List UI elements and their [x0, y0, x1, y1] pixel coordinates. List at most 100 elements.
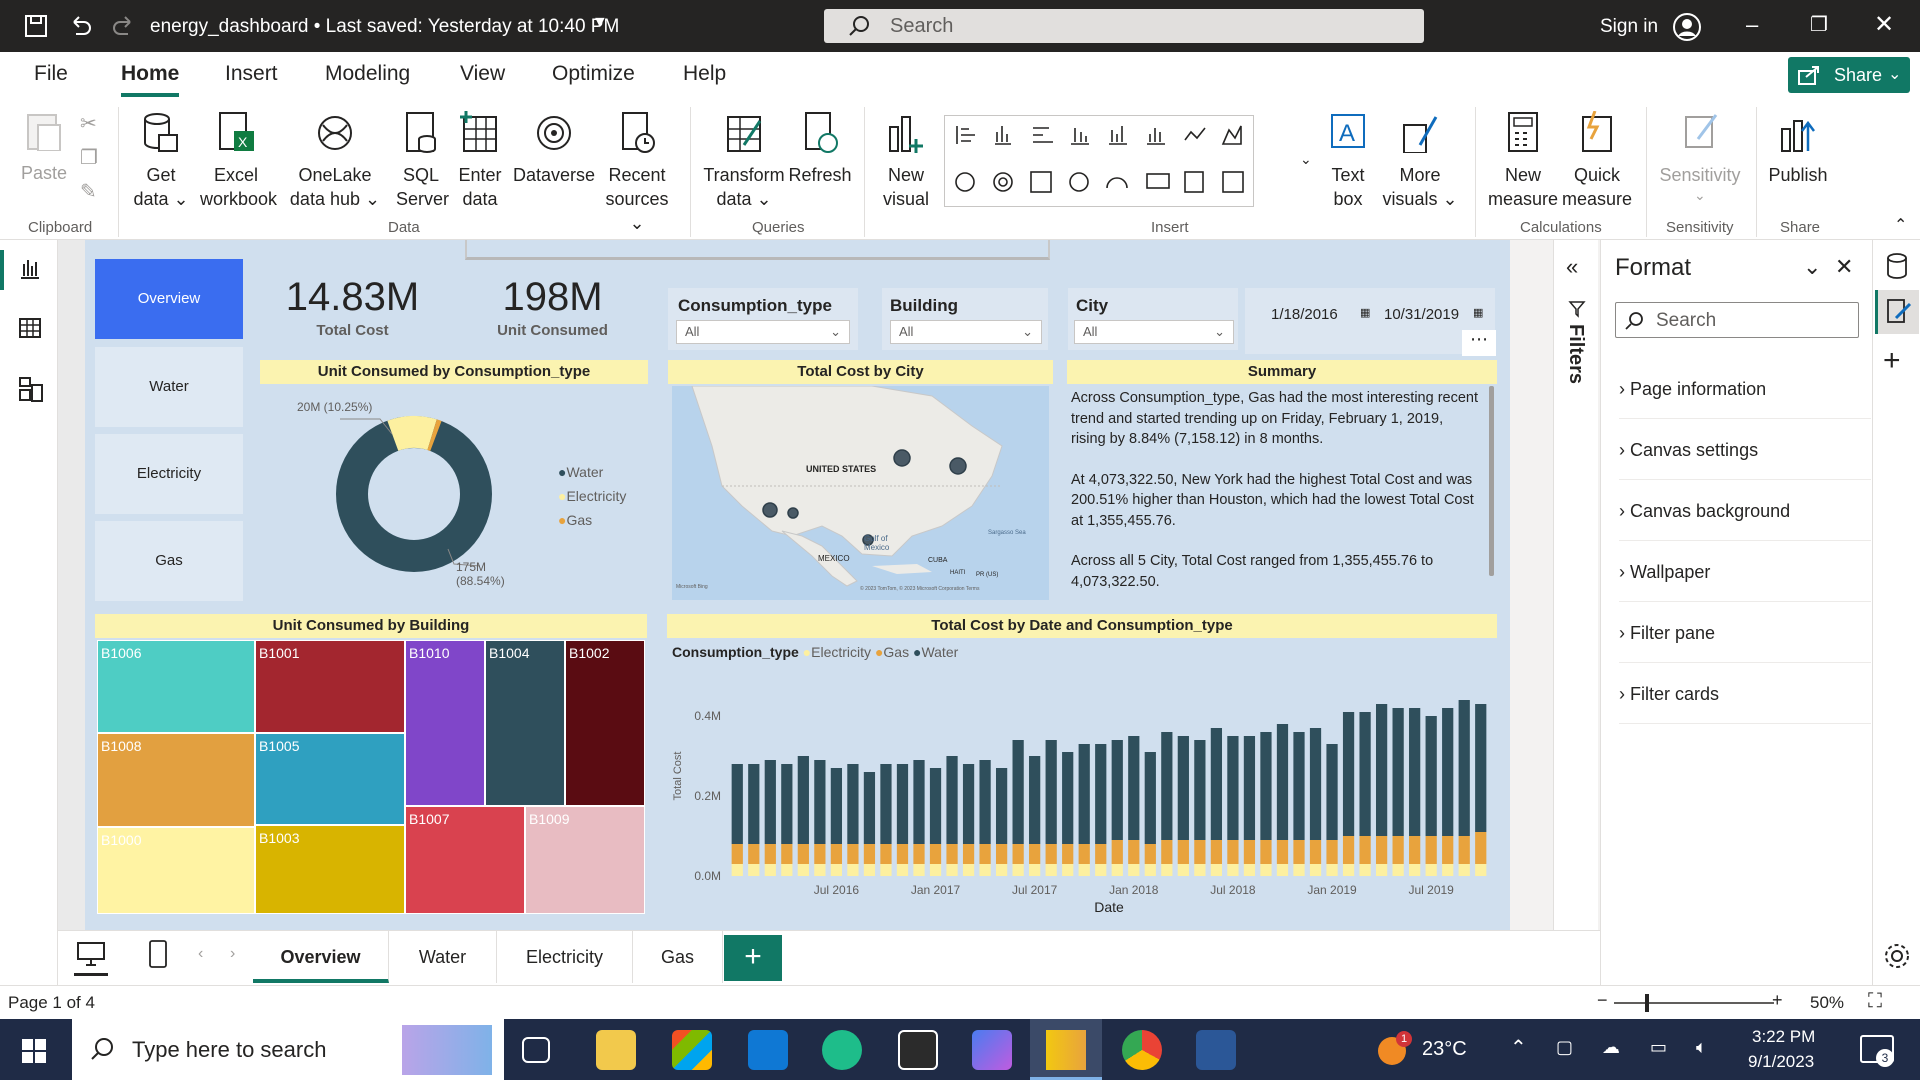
format-section-canvas-background[interactable]: › Canvas background: [1619, 481, 1871, 541]
paste-button[interactable]: Paste: [16, 109, 72, 185]
taskbar-search-box[interactable]: Type here to search: [72, 1019, 504, 1080]
legend-item-gas[interactable]: Gas: [883, 644, 909, 660]
windows-start-icon[interactable]: [22, 1039, 46, 1063]
treemap-tile[interactable]: B1008: [97, 733, 255, 827]
treemap-tile[interactable]: B1006: [97, 640, 255, 733]
sql-server-button[interactable]: SQL Server: [396, 111, 449, 211]
publish-button[interactable]: Publish: [1766, 111, 1830, 187]
zoom-out-icon[interactable]: −: [1597, 990, 1608, 1011]
chevron-down-icon[interactable]: ⌄: [1803, 254, 1821, 280]
menu-insert[interactable]: Insert: [225, 62, 278, 86]
tab-water[interactable]: Water: [389, 931, 497, 983]
more-visuals-button[interactable]: More visuals ⌄: [1380, 111, 1460, 211]
onelake-button[interactable]: OneLake data hub ⌄: [280, 111, 390, 211]
file-explorer-icon[interactable]: [596, 1030, 636, 1070]
format-section-filter-pane[interactable]: › Filter pane: [1619, 603, 1871, 663]
consumption-type-slicer[interactable]: Consumption_type All ⌄: [668, 288, 858, 350]
report-view-icon[interactable]: [18, 256, 42, 280]
format-section-page-information[interactable]: › Page information: [1619, 359, 1871, 419]
text-box-button[interactable]: A Text box: [1326, 111, 1370, 211]
tab-gas[interactable]: Gas: [633, 931, 723, 983]
treemap-tile[interactable]: B1001: [255, 640, 405, 733]
more-options-icon[interactable]: ⋯: [1462, 330, 1496, 356]
power-bi-taskbar-button[interactable]: [1030, 1019, 1102, 1080]
menu-optimize[interactable]: Optimize: [552, 62, 635, 86]
meet-now-icon[interactable]: ▢: [1556, 1037, 1573, 1058]
unit-consumed-card[interactable]: 198M Unit Consumed: [470, 275, 635, 339]
treemap-tile[interactable]: B1005: [255, 733, 405, 825]
menu-modeling[interactable]: Modeling: [325, 62, 410, 86]
new-visual-button[interactable]: New visual: [876, 111, 936, 211]
undo-icon[interactable]: [68, 14, 92, 38]
copy-icon[interactable]: ❐: [80, 145, 98, 170]
account-icon[interactable]: [1672, 12, 1702, 42]
microsoft-store-icon[interactable]: [672, 1030, 712, 1070]
treemap-visual[interactable]: Unit Consumed by Building B1006 B1001 B101…: [95, 614, 647, 916]
quick-measure-button[interactable]: Quick measure: [1560, 110, 1634, 211]
add-page-button[interactable]: +: [724, 935, 782, 981]
sign-in-link[interactable]: Sign in: [1600, 16, 1658, 38]
map-visual[interactable]: Total Cost by City UNITED STATES MEXICO …: [668, 360, 1053, 604]
visual-gallery[interactable]: [944, 115, 1254, 207]
slicer-dropdown[interactable]: All ⌄: [890, 320, 1042, 344]
security-shield-icon[interactable]: [898, 1030, 938, 1070]
nav-overview-button[interactable]: Overview: [95, 259, 243, 339]
dataverse-button[interactable]: Dataverse: [512, 111, 596, 187]
format-painter-icon[interactable]: ✎: [80, 179, 97, 204]
menu-home[interactable]: Home: [121, 62, 179, 86]
refresh-button[interactable]: Refresh: [788, 111, 852, 187]
enter-data-button[interactable]: Enter data: [454, 111, 506, 211]
clock-date[interactable]: 9/1/2023: [1748, 1052, 1814, 1072]
treemap-tile[interactable]: B1010: [405, 640, 485, 806]
treemap-tile[interactable]: B1004: [485, 640, 565, 806]
format-search-input[interactable]: Search: [1615, 302, 1859, 338]
share-button[interactable]: Share ⌄: [1788, 57, 1910, 93]
menu-view[interactable]: View: [460, 62, 505, 86]
calendar-icon[interactable]: ▦: [1360, 306, 1370, 319]
add-pane-icon[interactable]: +: [1883, 344, 1901, 378]
date-from[interactable]: 1/18/2016: [1271, 306, 1338, 323]
gallery-expand-icon[interactable]: ⌄: [1300, 151, 1312, 168]
task-view-icon[interactable]: [522, 1037, 550, 1063]
nav-gas-button[interactable]: Gas: [95, 521, 243, 601]
battery-icon[interactable]: ▭: [1650, 1037, 1667, 1058]
minimize-icon[interactable]: –: [1746, 12, 1758, 38]
recent-sources-button[interactable]: Recent sources ⌄: [598, 111, 676, 235]
chrome-icon[interactable]: [1122, 1030, 1162, 1070]
sensitivity-button[interactable]: Sensitivity: [1656, 111, 1744, 187]
format-section-canvas-settings[interactable]: › Canvas settings: [1619, 420, 1871, 480]
mail-icon[interactable]: [748, 1030, 788, 1070]
nav-electricity-button[interactable]: Electricity: [95, 434, 243, 514]
tab-overview[interactable]: Overview: [253, 931, 389, 983]
mobile-layout-icon[interactable]: [148, 939, 168, 969]
scroll-left-icon[interactable]: ‹: [198, 945, 203, 963]
search-box[interactable]: Search: [824, 9, 1424, 43]
column-chart-visual[interactable]: Total Cost by Date and Consumption_type …: [667, 614, 1497, 916]
excel-workbook-button[interactable]: X Excel workbook: [200, 111, 277, 211]
format-section-wallpaper[interactable]: › Wallpaper: [1619, 542, 1871, 602]
treemap-tile[interactable]: B1002: [565, 640, 645, 806]
title-dropdown-icon[interactable]: ▼: [592, 14, 608, 32]
restore-icon[interactable]: ❐: [1810, 12, 1828, 37]
fit-to-page-icon[interactable]: ⛶: [1868, 990, 1882, 1013]
tab-electricity[interactable]: Electricity: [497, 931, 633, 983]
total-cost-card[interactable]: 14.83M Total Cost: [270, 275, 435, 339]
date-slicer[interactable]: 1/18/2016 ▦ 10/31/2019 ▦: [1245, 288, 1495, 354]
smart-narrative-visual[interactable]: Summary Across Consumption_type, Gas had…: [1067, 360, 1497, 604]
desktop-layout-icon[interactable]: [76, 941, 106, 967]
zoom-in-icon[interactable]: +: [1772, 990, 1783, 1011]
slicer-dropdown[interactable]: All ⌄: [676, 320, 850, 344]
filters-pane-collapsed[interactable]: « Filters: [1553, 240, 1598, 930]
legend-item-electricity[interactable]: ●Electricity: [558, 484, 626, 508]
date-to[interactable]: 10/31/2019: [1384, 306, 1459, 323]
copilot-icon[interactable]: [972, 1030, 1012, 1070]
onedrive-icon[interactable]: ☁: [1602, 1037, 1620, 1058]
word-icon[interactable]: [1196, 1030, 1236, 1070]
redo-icon[interactable]: [112, 14, 136, 38]
menu-file[interactable]: File: [34, 62, 68, 86]
nav-water-button[interactable]: Water: [95, 347, 243, 427]
legend-item-gas[interactable]: ●Gas: [558, 508, 626, 532]
format-section-filter-cards[interactable]: › Filter cards: [1619, 664, 1871, 724]
treemap-tile[interactable]: B1007: [405, 806, 525, 914]
clock-time[interactable]: 3:22 PM: [1752, 1027, 1815, 1047]
